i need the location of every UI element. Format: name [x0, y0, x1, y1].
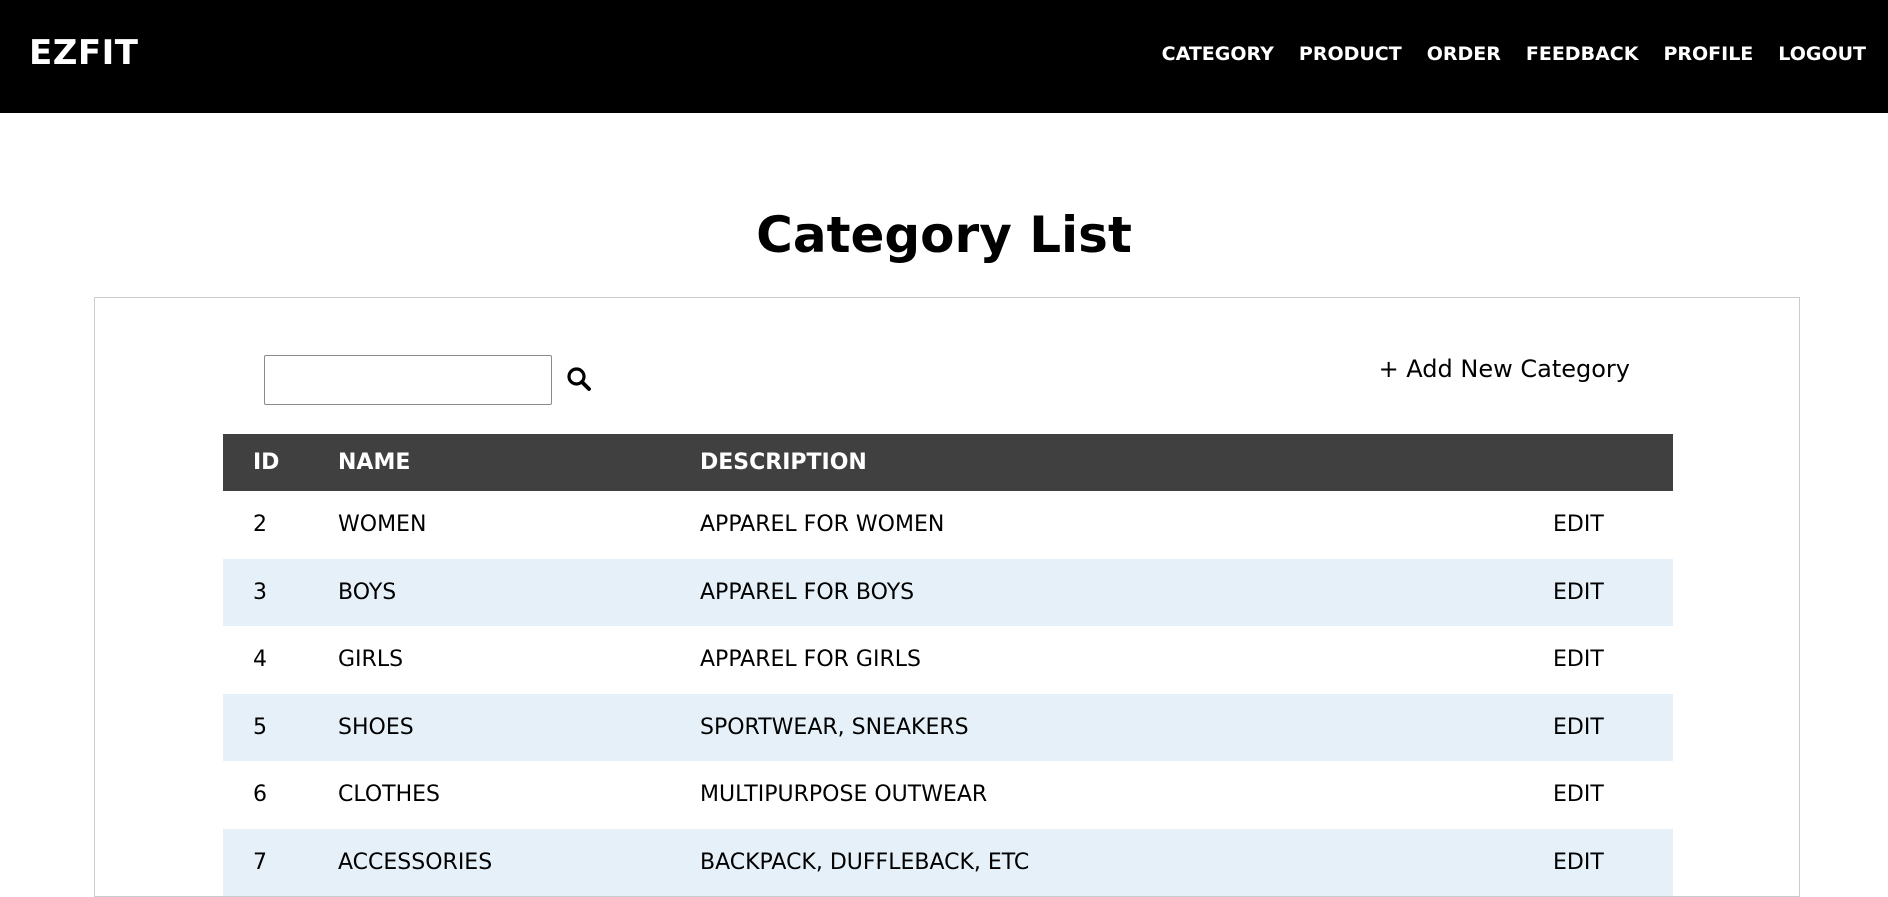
main-nav: CATEGORY PRODUCT ORDER FEEDBACK PROFILE … — [1162, 42, 1866, 66]
cell-description: APPAREL FOR WOMEN — [700, 512, 945, 538]
nav-order[interactable]: ORDER — [1427, 42, 1501, 66]
header-id: ID — [253, 450, 280, 475]
cell-id: 4 — [253, 647, 267, 673]
nav-product[interactable]: PRODUCT — [1299, 42, 1402, 66]
search-input[interactable] — [264, 355, 552, 405]
cell-name: CLOTHES — [338, 782, 440, 808]
table-header-row: ID NAME DESCRIPTION — [223, 434, 1673, 491]
table-row: 6 CLOTHES MULTIPURPOSE OUTWEAR EDIT — [223, 761, 1673, 829]
table-row: 3 BOYS APPAREL FOR BOYS EDIT — [223, 558, 1673, 626]
top-navbar: EZFIT CATEGORY PRODUCT ORDER FEEDBACK PR… — [0, 0, 1888, 113]
nav-profile[interactable]: PROFILE — [1663, 42, 1753, 66]
nav-feedback[interactable]: FEEDBACK — [1526, 42, 1639, 66]
cell-description: MULTIPURPOSE OUTWEAR — [700, 782, 988, 808]
cell-name: SHOES — [338, 714, 414, 740]
edit-link[interactable]: EDIT — [1553, 512, 1604, 537]
search-icon[interactable] — [566, 366, 592, 392]
header-action — [1553, 434, 1673, 491]
edit-link[interactable]: EDIT — [1553, 715, 1604, 740]
edit-link[interactable]: EDIT — [1553, 580, 1604, 605]
header-name: NAME — [338, 450, 411, 475]
edit-link[interactable]: EDIT — [1553, 782, 1604, 807]
table-row: 2 WOMEN APPAREL FOR WOMEN EDIT — [223, 491, 1673, 559]
cell-description: SPORTWEAR, SNEAKERS — [700, 714, 969, 740]
category-table: ID NAME DESCRIPTION 2 WOMEN APPAREL FOR … — [223, 434, 1673, 896]
cell-description: APPAREL FOR BOYS — [700, 579, 915, 605]
cell-id: 2 — [253, 512, 267, 538]
table-row: 7 ACCESSORIES BACKPACK, DUFFLEBACK, ETC … — [223, 828, 1673, 896]
add-category-link[interactable]: + Add New Category — [1379, 354, 1630, 384]
cell-id: 6 — [253, 782, 267, 808]
nav-category[interactable]: CATEGORY — [1162, 42, 1274, 66]
cell-name: ACCESSORIES — [338, 849, 493, 875]
cell-description: APPAREL FOR GIRLS — [700, 647, 921, 673]
cell-id: 5 — [253, 714, 267, 740]
header-description: DESCRIPTION — [700, 450, 867, 475]
table-row: 5 SHOES SPORTWEAR, SNEAKERS EDIT — [223, 693, 1673, 761]
cell-description: BACKPACK, DUFFLEBACK, ETC — [700, 849, 1030, 875]
cell-name: BOYS — [338, 579, 397, 605]
cell-name: GIRLS — [338, 647, 404, 673]
edit-link[interactable]: EDIT — [1553, 850, 1604, 875]
edit-link[interactable]: EDIT — [1553, 647, 1604, 672]
table-row: 4 GIRLS APPAREL FOR GIRLS EDIT — [223, 626, 1673, 694]
page-title: Category List — [756, 206, 1132, 264]
cell-id: 7 — [253, 849, 267, 875]
nav-logout[interactable]: LOGOUT — [1778, 42, 1866, 66]
cell-name: WOMEN — [338, 512, 427, 538]
brand-logo[interactable]: EZFIT — [29, 33, 138, 73]
cell-id: 3 — [253, 579, 267, 605]
